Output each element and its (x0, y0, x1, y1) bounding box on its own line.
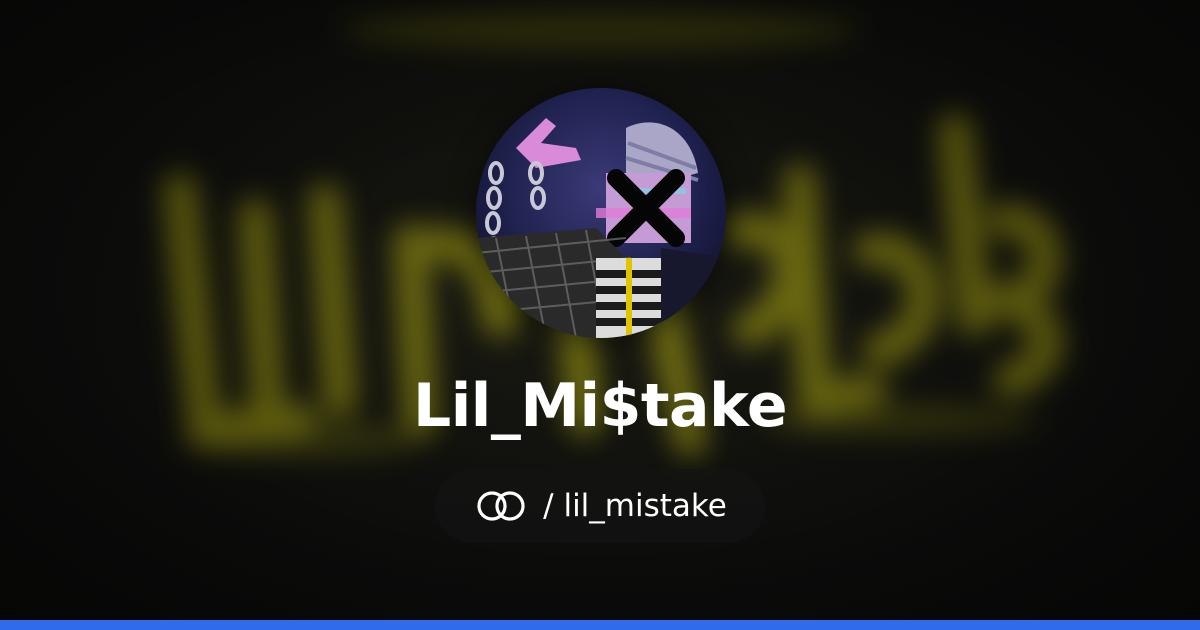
avatar-image (476, 88, 726, 338)
profile-handle: / lil_mistake (543, 488, 727, 524)
profile-card: Lil_Mi$take / lil_mistake (0, 0, 1200, 630)
profile-handle-pill[interactable]: / lil_mistake (435, 469, 765, 543)
accent-bar (0, 620, 1200, 630)
linked-rings-icon (473, 489, 529, 523)
profile-display-name: Lil_Mi$take (412, 371, 788, 441)
profile-avatar[interactable] (476, 88, 726, 338)
